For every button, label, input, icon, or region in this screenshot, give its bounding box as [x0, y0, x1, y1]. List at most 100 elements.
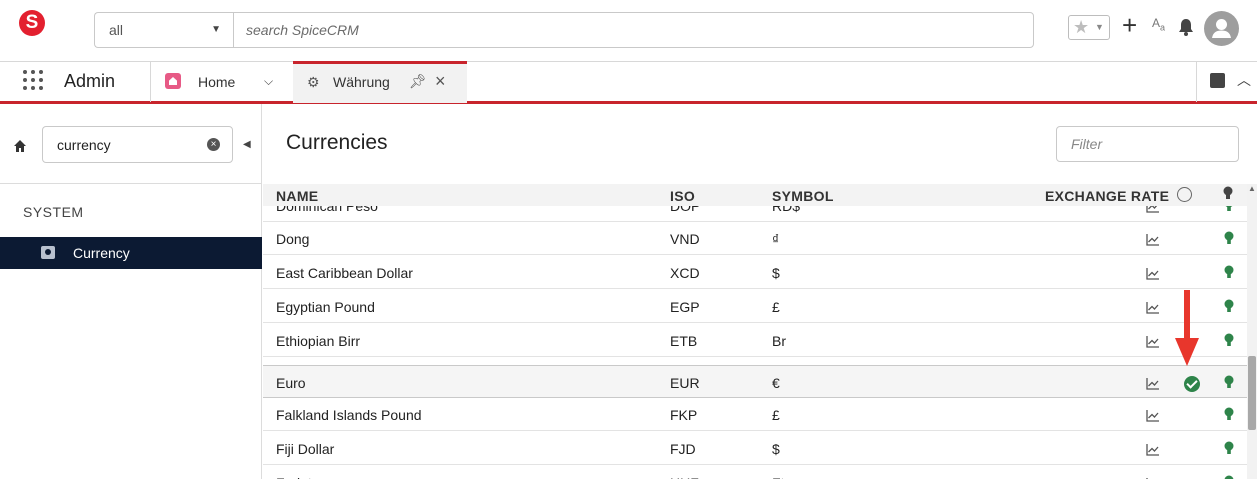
caret-down-icon: ▼	[211, 24, 221, 35]
table-row[interactable]: Dong VND ₫	[263, 222, 1247, 255]
chart-line-icon[interactable]	[1146, 335, 1160, 353]
table-header: NAME ISO SYMBOL EXCHANGE RATE	[263, 184, 1247, 206]
lightbulb-icon[interactable]	[1224, 375, 1234, 394]
pin-icon[interactable]: 📌︎	[409, 73, 427, 90]
cell-iso: FJD	[670, 441, 696, 457]
cell-name: Dong	[276, 231, 310, 247]
navigation-bar: Admin Home ⌵ ⚙ Währung 📌︎ × ︿	[0, 61, 1257, 104]
sidebar-section-label: SYSTEM	[23, 204, 84, 220]
column-header-name[interactable]: NAME	[276, 188, 318, 204]
user-avatar[interactable]	[1204, 11, 1239, 46]
cell-name: Egyptian Pound	[276, 299, 375, 315]
cell-iso: EUR	[670, 375, 700, 391]
cell-name: Dominican Peso	[276, 206, 378, 214]
cell-name: Falkland Islands Pound	[276, 407, 422, 423]
close-icon[interactable]: ×	[435, 71, 446, 92]
page-title: Currencies	[286, 131, 388, 154]
font-size-label: A	[1152, 16, 1161, 30]
font-size-button[interactable]: Aa	[1152, 16, 1165, 32]
search-scope-value: all	[109, 22, 124, 38]
tab-home[interactable]: Home	[198, 74, 235, 90]
lightbulb-icon[interactable]	[1224, 231, 1234, 250]
app-title: Admin	[64, 71, 116, 91]
chart-line-icon[interactable]	[1146, 301, 1160, 319]
column-header-symbol[interactable]: SYMBOL	[772, 188, 834, 204]
calendar-icon[interactable]	[1210, 73, 1225, 88]
table-row[interactable]: Fiji Dollar FJD $	[263, 432, 1247, 465]
gear-icon: ⚙	[307, 74, 320, 90]
check-circle-icon	[1184, 376, 1200, 392]
table-row[interactable]: Euro EUR €	[263, 365, 1247, 398]
scroll-up-icon[interactable]: ▲	[1248, 184, 1256, 193]
chevron-up-icon[interactable]: ︿	[1237, 70, 1251, 90]
cell-iso: DOP	[670, 206, 701, 214]
cell-symbol: £	[772, 299, 780, 315]
annotation-arrow	[1175, 290, 1199, 366]
table-row[interactable]: Ethiopian Birr ETB Br	[263, 324, 1247, 357]
chart-line-icon[interactable]	[1146, 233, 1160, 251]
lightbulb-icon[interactable]	[1224, 441, 1234, 460]
lightbulb-icon[interactable]	[1224, 206, 1234, 217]
lightbulb-icon[interactable]	[1224, 407, 1234, 426]
home-icon[interactable]	[13, 139, 27, 157]
chart-line-icon[interactable]	[1146, 443, 1160, 461]
star-icon: ★	[1073, 17, 1090, 37]
divider	[1196, 62, 1197, 102]
sidebar-search-input[interactable]	[42, 126, 233, 163]
global-search-input[interactable]	[233, 12, 1034, 48]
table-row[interactable]: East Caribbean Dollar XCD $	[263, 256, 1247, 289]
caret-down-icon: ▼	[1095, 22, 1104, 32]
globe-icon	[1177, 187, 1192, 202]
table-row[interactable]: Egyptian Pound EGP £	[263, 290, 1247, 323]
divider	[0, 183, 262, 184]
divider	[150, 62, 151, 102]
cell-symbol: Br	[772, 333, 786, 349]
lightbulb-icon	[1223, 186, 1233, 205]
sidebar-item-label: Currency	[73, 245, 130, 261]
global-header: S all ▼ ★ ▼ + Aa	[0, 0, 1257, 60]
lightbulb-icon[interactable]	[1224, 333, 1234, 352]
cell-iso: FKP	[670, 407, 698, 423]
favorite-button[interactable]: ★ ▼	[1068, 15, 1110, 40]
tab-label: Währung	[333, 74, 390, 90]
sidebar-item-currency[interactable]: Currency	[0, 237, 262, 269]
cell-symbol: $	[772, 265, 780, 281]
cell-symbol: Ft	[772, 475, 784, 479]
home-icon[interactable]	[165, 73, 181, 89]
cell-iso: XCD	[670, 265, 700, 281]
chevron-down-icon[interactable]: ⌵	[264, 74, 273, 89]
cell-name: Fiji Dollar	[276, 441, 335, 457]
cell-name: East Caribbean Dollar	[276, 265, 413, 281]
create-button[interactable]: +	[1122, 10, 1137, 40]
clear-icon[interactable]: ×	[207, 138, 220, 151]
chart-line-icon[interactable]	[1146, 267, 1160, 285]
cell-iso: VND	[670, 231, 700, 247]
chart-line-icon[interactable]	[1146, 377, 1160, 395]
search-scope-select[interactable]: all ▼	[94, 12, 233, 48]
lightbulb-icon[interactable]	[1224, 299, 1234, 318]
table-row[interactable]: Falkland Islands Pound FKP £	[263, 398, 1247, 431]
scrollbar-thumb[interactable]	[1248, 356, 1256, 430]
cell-symbol: ₫	[772, 231, 780, 247]
currency-table: Dominican Peso DOP RD$ Dong VND ₫ East Caribbe…	[263, 206, 1247, 479]
tab-waehrung[interactable]: ⚙ Währung 📌︎ ×	[293, 61, 467, 103]
cell-name: Ethiopian Birr	[276, 333, 361, 349]
cell-symbol: £	[772, 407, 780, 423]
app-launcher-icon[interactable]	[23, 70, 45, 92]
table-row[interactable]: Dominican Peso DOP RD$	[263, 206, 1247, 222]
scrollbar[interactable]	[1247, 184, 1257, 479]
spicecrm-logo[interactable]: S	[19, 10, 45, 36]
cell-symbol: $	[772, 441, 780, 457]
cell-iso: EGP	[670, 299, 700, 315]
chart-line-icon[interactable]	[1146, 206, 1160, 218]
lightbulb-icon[interactable]	[1224, 265, 1234, 284]
bell-icon[interactable]	[1178, 18, 1194, 41]
lightbulb-icon[interactable]	[1224, 475, 1234, 479]
table-row[interactable]: Forint HUF Ft	[263, 466, 1247, 479]
filter-input[interactable]	[1056, 126, 1239, 162]
collapse-left-icon[interactable]: ◀	[243, 139, 251, 150]
column-header-exchange-rate[interactable]: EXCHANGE RATE	[1045, 188, 1169, 204]
chart-line-icon[interactable]	[1146, 409, 1160, 427]
font-size-sub: a	[1160, 22, 1166, 33]
column-header-iso[interactable]: ISO	[670, 188, 695, 204]
